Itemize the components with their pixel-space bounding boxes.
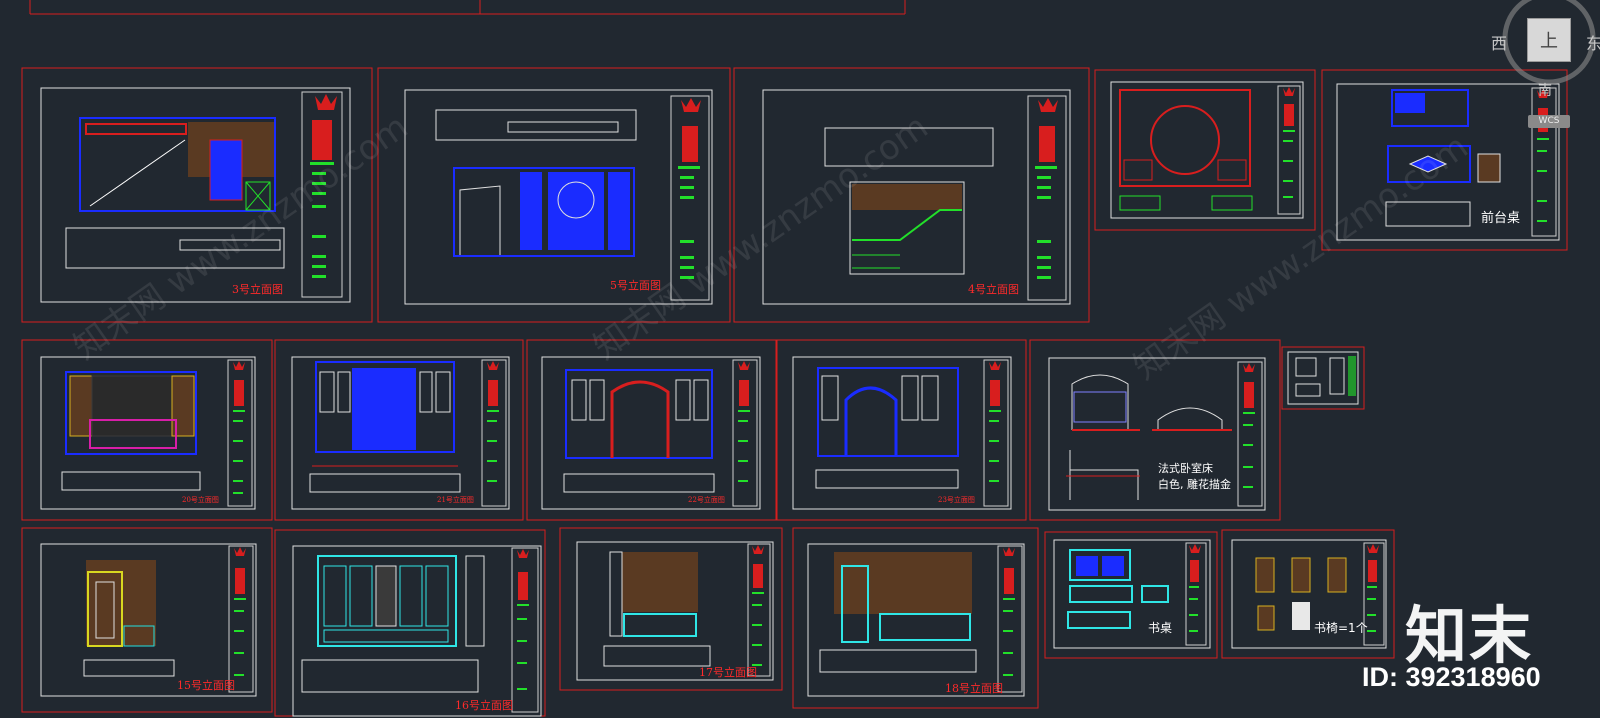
sheet-18[interactable]: 18号立面图 bbox=[792, 527, 1039, 709]
sheet-moon-gate[interactable] bbox=[1094, 69, 1316, 231]
sheet-15[interactable]: 15号立面图 bbox=[21, 527, 273, 713]
sheet-17-title: 17号立面图 bbox=[699, 665, 757, 679]
sheet-chair[interactable]: 书椅=1个 bbox=[1221, 529, 1395, 659]
sheet-21-title: 21号立面图 bbox=[437, 495, 474, 504]
viewcube-top-face[interactable]: 上 bbox=[1527, 18, 1571, 62]
compass-east[interactable]: 东 bbox=[1586, 30, 1600, 54]
chair-label: 书椅=1个 bbox=[1314, 621, 1368, 635]
french-bed-title: 法式卧室床 bbox=[1158, 461, 1213, 475]
sheet-3-title: 3号立面图 bbox=[232, 282, 283, 296]
sheet-20-title: 20号立面图 bbox=[182, 495, 219, 504]
desk-label: 书桌 bbox=[1148, 621, 1172, 635]
wcs-menu[interactable]: WCS bbox=[1528, 115, 1570, 128]
sheet-18-title: 18号立面图 bbox=[945, 681, 1003, 695]
viewcube-top-label: 上 bbox=[1540, 31, 1558, 52]
french-bed-note: 白色, 雕花描金 bbox=[1158, 477, 1231, 491]
compass-south[interactable]: 南 bbox=[1538, 80, 1552, 100]
sheet-23[interactable]: 23号立面图 bbox=[775, 339, 1027, 521]
reception-desk-label: 前台桌 bbox=[1481, 210, 1520, 226]
sheet-17[interactable]: 17号立面图 bbox=[559, 527, 783, 691]
sheet-22-title: 22号立面图 bbox=[688, 495, 725, 504]
sheet-4-title: 4号立面图 bbox=[968, 282, 1019, 296]
sheet-23-title: 23号立面图 bbox=[938, 495, 975, 504]
sheet-20[interactable]: 20号立面图 bbox=[21, 339, 273, 521]
sheet-15-title: 15号立面图 bbox=[177, 678, 235, 692]
sheet-16-title: 16号立面图 bbox=[455, 698, 513, 712]
title-block-logo bbox=[315, 94, 337, 110]
drawing-canvas[interactable]: 3号立面图 5号立面图 4号立面图 前台桌 20号立面图 21号立面图 22号立… bbox=[0, 0, 1600, 718]
sheet-16[interactable]: 16号立面图 bbox=[274, 529, 546, 717]
sheet-desk[interactable]: 书桌 bbox=[1044, 531, 1218, 659]
top-guide-lines bbox=[29, 0, 906, 15]
asset-id: ID: 392318960 bbox=[1362, 662, 1541, 692]
sheet-small-detail[interactable] bbox=[1281, 346, 1365, 410]
compass-west[interactable]: 西 bbox=[1491, 30, 1507, 54]
sheet-22[interactable]: 22号立面图 bbox=[526, 339, 778, 521]
sheet-21[interactable]: 21号立面图 bbox=[274, 339, 524, 521]
